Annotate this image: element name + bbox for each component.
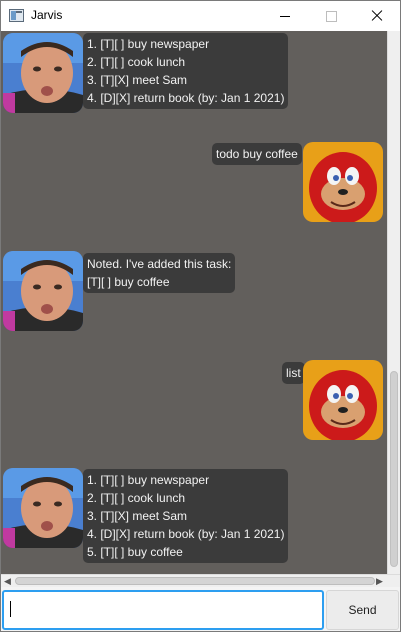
message-line: 2. [T][ ] cook lunch	[87, 55, 186, 69]
bot-message-bubble: 1. [T][ ] buy newspaper 2. [T][ ] cook l…	[83, 469, 289, 563]
man-portrait-icon	[3, 33, 83, 113]
message-input[interactable]	[2, 590, 324, 630]
input-bar: Send	[1, 587, 400, 631]
vertical-scroll-thumb[interactable]	[390, 371, 398, 567]
message-line: 1. [T][ ] buy newspaper	[87, 473, 210, 487]
title-bar[interactable]: Jarvis	[1, 1, 400, 31]
chat-scroll-pane[interactable]: 1. [T][ ] buy newspaper 2. [T][ ] cook l…	[1, 31, 387, 574]
horizontal-scroll-thumb[interactable]	[15, 577, 375, 585]
app-window-icon	[9, 9, 24, 22]
bot-avatar	[3, 33, 83, 113]
red-knuckles-icon	[303, 360, 383, 440]
close-button[interactable]	[354, 1, 400, 31]
horizontal-scrollbar[interactable]: ◀ ▶	[1, 574, 400, 587]
scroll-left-arrow-icon[interactable]: ◀	[4, 576, 11, 587]
message-line: list	[286, 366, 301, 380]
message-line: 1. [T][ ] buy newspaper	[87, 37, 210, 51]
user-message-bubble: list	[282, 362, 305, 384]
vertical-scrollbar[interactable]	[387, 31, 400, 574]
message-line: 5. [T][ ] buy coffee	[87, 545, 183, 559]
text-caret	[10, 601, 11, 617]
message-line: [T][ ] buy coffee	[87, 275, 170, 289]
bot-message-bubble: 1. [T][ ] buy newspaper 2. [T][ ] cook l…	[83, 33, 289, 109]
bot-message-bubble: Noted. I've added this task: [T][ ] buy …	[83, 253, 236, 293]
bot-avatar	[3, 468, 83, 548]
man-portrait-icon	[3, 468, 83, 548]
message-line: 3. [T][X] meet Sam	[87, 509, 188, 523]
app-window: Jarvis 1. [T][ ] buy newspaper 2. [T][ ]…	[0, 0, 401, 632]
red-knuckles-icon	[303, 142, 383, 222]
message-line: 2. [T][ ] cook lunch	[87, 491, 186, 505]
maximize-button[interactable]	[308, 1, 354, 31]
man-portrait-icon	[3, 251, 83, 331]
user-message-bubble: todo buy coffee	[212, 143, 302, 165]
user-avatar	[303, 360, 383, 440]
message-line: 4. [D][X] return book (by: Jan 1 2021)	[87, 527, 285, 541]
minimize-button[interactable]	[262, 1, 308, 31]
scroll-right-arrow-icon[interactable]: ▶	[376, 576, 383, 587]
message-line: Noted. I've added this task:	[87, 257, 232, 271]
message-line: todo buy coffee	[216, 147, 298, 161]
user-avatar	[303, 142, 383, 222]
send-button[interactable]: Send	[326, 590, 399, 630]
message-line: 4. [D][X] return book (by: Jan 1 2021)	[87, 91, 285, 105]
window-title: Jarvis	[31, 8, 63, 22]
message-line: 3. [T][X] meet Sam	[87, 73, 188, 87]
bot-avatar	[3, 251, 83, 331]
